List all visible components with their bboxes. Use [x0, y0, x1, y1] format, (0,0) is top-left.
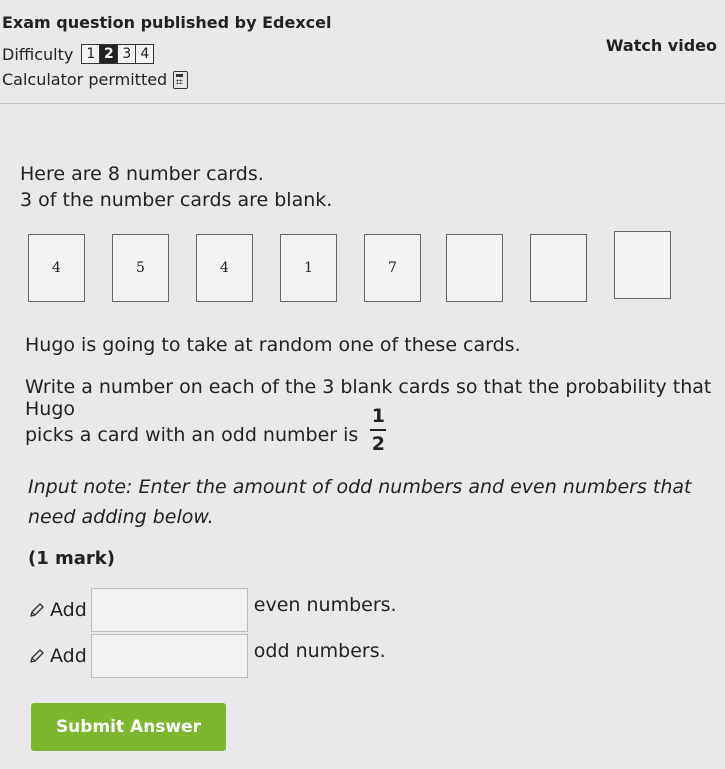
- prompt-line-1: Hugo is going to take at random one of t…: [25, 334, 521, 356]
- difficulty-level-3: 3: [118, 45, 137, 63]
- answer-row-odd-suffix: odd numbers.: [253, 640, 386, 662]
- submit-answer-button[interactable]: Submit Answer: [31, 703, 226, 751]
- number-card: 5: [112, 234, 169, 302]
- difficulty-level-1: 1: [82, 45, 101, 63]
- answer-row-odd-prefix: Add: [50, 645, 87, 667]
- answer-row-even: Add even numbers.: [28, 588, 397, 632]
- blank-card: [530, 234, 587, 302]
- blank-card: [614, 231, 671, 299]
- pencil-icon: [30, 649, 44, 663]
- header-title: Exam question published by Edexcel: [2, 13, 332, 32]
- difficulty-level-4: 4: [136, 45, 154, 63]
- fraction-numerator: 1: [371, 405, 385, 427]
- blank-card: [446, 234, 503, 302]
- answer-row-even-suffix: even numbers.: [253, 594, 397, 616]
- number-card: 7: [364, 234, 421, 302]
- fraction-bar: [370, 429, 387, 431]
- difficulty-level-2: 2: [100, 45, 119, 63]
- calculator-icon: [173, 70, 189, 89]
- intro-line-2: 3 of the number cards are blank.: [20, 189, 333, 211]
- marks-label: (1 mark): [28, 548, 115, 569]
- difficulty-label: Difficulty: [2, 44, 74, 64]
- odd-numbers-input[interactable]: [90, 634, 248, 678]
- prompt-line-3-text: picks a card with an odd number is: [25, 424, 359, 446]
- probability-fraction: 1 2: [370, 405, 387, 455]
- header-divider: [0, 103, 725, 104]
- even-numbers-input[interactable]: [90, 588, 248, 632]
- difficulty-indicator: 1 2 3 4: [81, 44, 155, 64]
- prompt-line-3: picks a card with an odd number is 1 2: [25, 405, 387, 455]
- number-card: 4: [196, 234, 253, 302]
- answer-row-odd: Add odd numbers.: [28, 634, 386, 678]
- number-card: 4: [28, 234, 85, 302]
- input-note: Input note: Enter the amount of odd numb…: [28, 476, 692, 528]
- fraction-denominator: 2: [371, 433, 385, 455]
- pencil-icon: [30, 603, 44, 617]
- calculator-label: Calculator permitted: [2, 70, 168, 89]
- number-card: 1: [280, 234, 337, 302]
- watch-video-link[interactable]: Watch video: [606, 36, 717, 55]
- answer-row-even-prefix: Add: [50, 599, 87, 621]
- intro-line-1: Here are 8 number cards.: [20, 163, 264, 185]
- difficulty-row: Difficulty 1 2 3 4: [2, 44, 155, 64]
- calculator-row: Calculator permitted: [2, 70, 189, 89]
